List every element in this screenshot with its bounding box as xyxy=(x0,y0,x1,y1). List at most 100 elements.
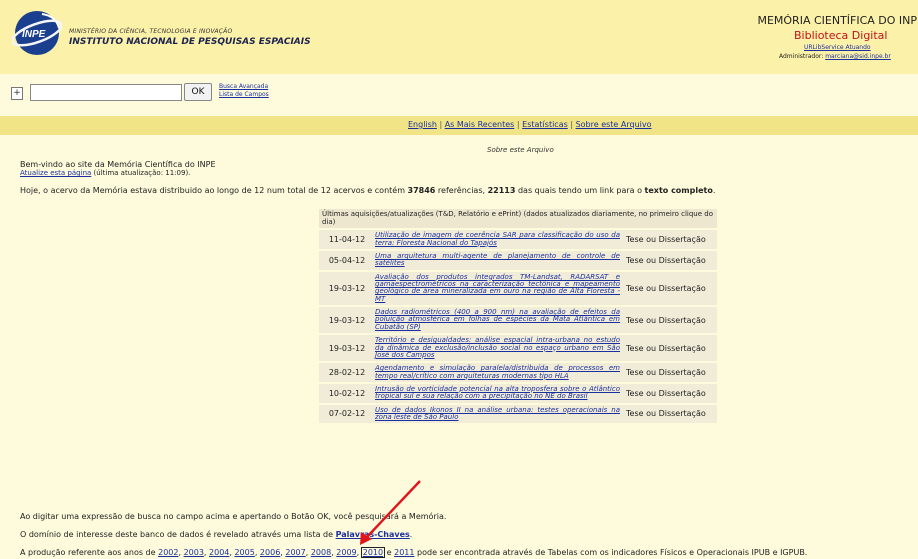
search-area: + OK Busca Avançada Lista de Campos xyxy=(0,74,918,116)
nav-bar: English | As Mais Recentes | Estatística… xyxy=(0,116,918,135)
keywords-text: . xyxy=(409,530,413,539)
year-link-2007[interactable]: 2007 xyxy=(285,548,305,557)
production-line: A produção referente aos anos de 2002, 2… xyxy=(20,547,808,558)
row-title-link[interactable]: Intrusão de vorticidade potencial na alt… xyxy=(375,385,620,400)
row-date: 19-03-12 xyxy=(319,271,372,306)
row-date: 07-02-12 xyxy=(319,404,372,424)
admin-line: Administrador: marciana@sid.inpe.br xyxy=(779,53,891,60)
institute-name: INSTITUTO NACIONAL DE PESQUISAS ESPACIAI… xyxy=(69,37,311,47)
row-date: 19-03-12 xyxy=(319,335,372,362)
row-title-link[interactable]: Agendamento e simulação paralela/distrib… xyxy=(375,364,620,379)
row-title-cell: Dados radiométricos (400 a 900 nm) na av… xyxy=(372,307,623,334)
nav-stats[interactable]: Estatísticas xyxy=(522,120,568,129)
last-update-text: (última atualização: 11:09). xyxy=(91,169,191,177)
row-title-link[interactable]: Território e desigualdades: análise espa… xyxy=(375,336,620,359)
row-date: 11-04-12 xyxy=(319,230,372,250)
year-link-2002[interactable]: 2002 xyxy=(158,548,178,557)
urlib-service-link[interactable]: URLibService Atuando xyxy=(804,44,871,51)
expand-button[interactable]: + xyxy=(11,87,23,100)
year-link-2005[interactable]: 2005 xyxy=(234,548,254,557)
nav-separator: | xyxy=(439,120,443,129)
stats-text: referências, xyxy=(435,186,488,195)
admin-email-link[interactable]: marciana@sid.inpe.br xyxy=(825,53,891,60)
keywords-line: O domínio de interesse deste banco de da… xyxy=(20,530,412,539)
memoria-title: MEMÓRIA CIENTÍFICA DO INPE xyxy=(757,14,918,27)
table-row: 19-03-12 Território e desigualdades: anál… xyxy=(319,335,717,362)
row-title-cell: Agendamento e simulação paralela/distrib… xyxy=(372,363,623,382)
row-title-link[interactable]: Uma arquitetura multi-agente de planejam… xyxy=(375,252,620,267)
search-hint: Ao digitar uma expressão de busca no cam… xyxy=(20,512,447,521)
row-title-link[interactable]: Dados radiométricos (400 a 900 nm) na av… xyxy=(375,308,620,331)
section-title: Sobre este Arquivo xyxy=(487,146,554,154)
keywords-link[interactable]: Palavras-Chaves xyxy=(336,530,410,539)
table-row: 11-04-12 Utilização de imagem de coerênci… xyxy=(319,230,717,250)
row-date: 10-02-12 xyxy=(319,383,372,403)
row-title-link[interactable]: Avaliação dos produtos integrados TM-Lan… xyxy=(375,273,620,303)
stats-text: das quais tendo um link para o xyxy=(515,186,645,195)
year-link-2010[interactable]: 2010 xyxy=(360,547,386,558)
row-date: 05-04-12 xyxy=(319,251,372,270)
year-link-2008[interactable]: 2008 xyxy=(311,548,331,557)
nav-recent[interactable]: As Mais Recentes xyxy=(445,120,515,129)
row-title-cell: Uma arquitetura multi-agente de planejam… xyxy=(372,251,623,270)
table-row: 05-04-12 Uma arquitetura multi-agente de … xyxy=(319,251,717,270)
production-text: e xyxy=(384,548,395,557)
row-title-cell: Território e desigualdades: análise espa… xyxy=(372,335,623,362)
reference-count: 37846 xyxy=(407,186,436,195)
logo-text: INPE xyxy=(22,29,46,40)
nav-english[interactable]: English xyxy=(408,120,437,129)
nav-separator: | xyxy=(570,120,574,129)
nav-separator: | xyxy=(516,120,520,129)
ok-button[interactable]: OK xyxy=(184,83,212,101)
table-row: 28-02-12 Agendamento e simulação paralela… xyxy=(319,363,717,382)
table-row: 10-02-12 Intrusão de vorticidade potencia… xyxy=(319,383,717,403)
row-type: Tese ou Dissertação xyxy=(623,383,717,403)
full-text-label: texto completo xyxy=(644,186,713,195)
welcome-text: Bem-vindo ao site da Memória Científica … xyxy=(20,160,216,169)
year-link-2003[interactable]: 2003 xyxy=(184,548,204,557)
row-title-link[interactable]: Utilização de imagem de coerência SAR pa… xyxy=(375,231,620,247)
inpe-logo[interactable]: INPE xyxy=(12,8,62,58)
row-title-link[interactable]: Uso de dados Ikonos II na análise urbana… xyxy=(375,406,620,421)
page-header: INPE MINISTÉRIO DA CIÊNCIA, TECNOLOGIA E… xyxy=(0,0,918,74)
row-type: Tese ou Dissertação xyxy=(623,271,717,306)
row-type: Tese ou Dissertação xyxy=(623,335,717,362)
row-type: Tese ou Dissertação xyxy=(623,307,717,334)
nav-about[interactable]: Sobre este Arquivo xyxy=(576,120,652,129)
nav-links: English | As Mais Recentes | Estatística… xyxy=(408,120,652,129)
refresh-page-link[interactable]: Atualize esta página xyxy=(20,169,91,177)
row-date: 19-03-12 xyxy=(319,307,372,334)
ministry-name: MINISTÉRIO DA CIÊNCIA, TECNOLOGIA E INOV… xyxy=(69,28,233,35)
update-line: Atualize esta página (última atualização… xyxy=(20,169,190,177)
acquisitions-table: Últimas aquisições/atualizações (T&D, Re… xyxy=(319,207,717,425)
year-separator: , xyxy=(356,548,362,557)
stats-text: Hoje, o acervo da Memória estava distrib… xyxy=(20,186,408,195)
row-date: 28-02-12 xyxy=(319,363,372,382)
field-list-link[interactable]: Lista de Campos xyxy=(219,91,269,98)
table-row: 07-02-12 Uso de dados Ikonos II na anális… xyxy=(319,404,717,424)
year-link-2006[interactable]: 2006 xyxy=(260,548,280,557)
row-type: Tese ou Dissertação xyxy=(623,251,717,270)
admin-label: Administrador: xyxy=(779,53,826,60)
keywords-text: O domínio de interesse deste banco de da… xyxy=(20,530,336,539)
advanced-search-link[interactable]: Busca Avançada xyxy=(219,83,268,90)
production-text: A produção referente aos anos de xyxy=(20,548,159,557)
table-caption-row: Últimas aquisições/atualizações (T&D, Re… xyxy=(319,209,717,229)
year-link-2004[interactable]: 2004 xyxy=(209,548,229,557)
search-input[interactable] xyxy=(30,84,182,101)
production-text: pode ser encontrada através de Tabelas c… xyxy=(414,548,808,557)
row-title-cell: Utilização de imagem de coerência SAR pa… xyxy=(372,230,623,250)
table-row: 19-03-12 Avaliação dos produtos integrado… xyxy=(319,271,717,306)
year-links: 2002, 2003, 2004, 2005, 2006, 2007, 2008… xyxy=(158,547,386,558)
row-title-cell: Intrusão de vorticidade potencial na alt… xyxy=(372,383,623,403)
row-title-cell: Avaliação dos produtos integrados TM-Lan… xyxy=(372,271,623,306)
year-link-2009[interactable]: 2009 xyxy=(336,548,356,557)
row-type: Tese ou Dissertação xyxy=(623,404,717,424)
table-caption: Últimas aquisições/atualizações (T&D, Re… xyxy=(319,209,717,229)
row-title-cell: Uso de dados Ikonos II na análise urbana… xyxy=(372,404,623,424)
stats-text: . xyxy=(712,186,716,195)
row-type: Tese ou Dissertação xyxy=(623,363,717,382)
year-link-2011[interactable]: 2011 xyxy=(394,548,414,557)
row-type: Tese ou Dissertação xyxy=(623,230,717,250)
table-row: 19-03-12 Dados radiométricos (400 a 900 n… xyxy=(319,307,717,334)
